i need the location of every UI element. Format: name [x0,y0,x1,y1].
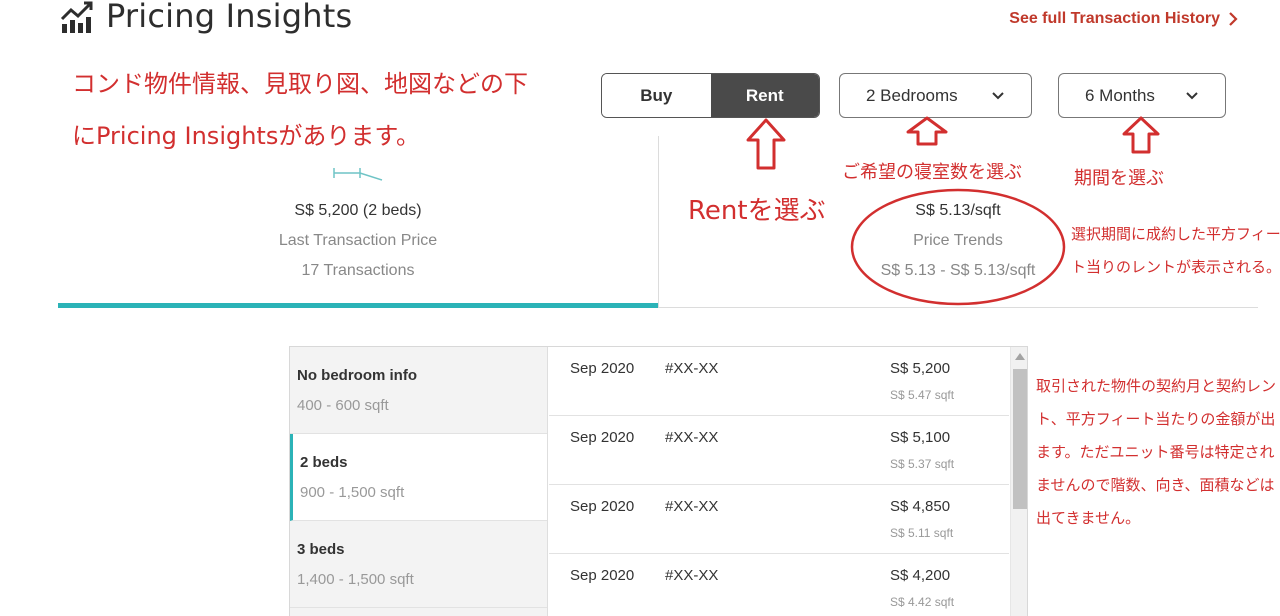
period-select[interactable]: 6 Months [1058,73,1226,118]
buy-rent-toggle: Buy Rent [601,73,820,118]
up-arrow-icon [746,118,786,170]
transaction-history-link[interactable]: See full Transaction History [1009,10,1238,28]
bed-option-name: 2 beds [300,454,348,471]
highlight-oval [850,188,1066,306]
up-arrow-icon [1122,116,1160,154]
transaction-history-label: See full Transaction History [1009,10,1220,27]
period-select-value: 6 Months [1085,85,1155,105]
transaction-psf: S$ 5.37 sqft [890,457,955,471]
annotation-bedrooms: ご希望の寝室数を選ぶ [842,162,1022,183]
chart-icon [60,1,93,33]
bedrooms-select[interactable]: 2 Bedrooms [839,73,1032,118]
transaction-unit: #XX-XX [665,429,719,446]
scroll-thumb[interactable] [1013,369,1027,509]
annotation-rent: Rentを選ぶ [688,196,826,226]
transaction-unit: #XX-XX [665,498,719,515]
annotation-intro: コンド物件情報、見取り図、地図などの下にPricing Insightsがありま… [72,70,528,150]
annotation-trend: 選択期間に成約した平方フィート当りのレントが表示される。 [1071,225,1280,276]
transaction-date: Sep 2020 [570,429,635,446]
transaction-date: Sep 2020 [570,567,635,584]
chevron-down-icon [1186,91,1198,99]
bed-option-range: 900 - 1,500 sqft [300,484,405,501]
transaction-panel: No bedroom info 400 - 600 sqft 2 beds 90… [289,346,1028,616]
transaction-date: Sep 2020 [570,360,635,377]
transaction-psf: S$ 5.11 sqft [890,526,954,540]
last-transaction-label: Last Transaction Price [278,232,438,249]
transaction-date: Sep 2020 [570,498,635,515]
sparkline-icon [333,168,383,181]
transaction-unit: #XX-XX [665,567,719,584]
last-transaction-price: S$ 5,200 (2 beds) [294,202,422,219]
bedrooms-select-value: 2 Bedrooms [866,85,958,105]
bed-filter-list: No bedroom info 400 - 600 sqft 2 beds 90… [290,347,548,616]
bed-option-range: 400 - 600 sqft [297,397,389,414]
transaction-row: Sep 2020 #XX-XX S$ 4,850 S$ 5.11 sqft [549,485,1009,554]
rent-button[interactable]: Rent [710,74,819,117]
buy-button[interactable]: Buy [602,74,711,117]
transaction-price: S$ 5,200 [890,360,951,377]
last-transaction-summary: S$ 5,200 (2 beds) Last Transaction Price… [58,160,658,286]
page-title: Pricing Insights [106,0,353,35]
transaction-row: Sep 2020 #XX-XX S$ 5,100 S$ 5.37 sqft [549,416,1009,485]
transaction-psf: S$ 5.47 sqft [890,388,955,402]
bed-option-3-beds[interactable]: 3 beds 1,400 - 1,500 sqft [290,521,547,608]
transaction-count: 17 Transactions [301,262,415,279]
transaction-price: S$ 4,850 [890,498,951,515]
page-header: Pricing Insights [58,0,352,38]
summary-baseline [658,307,1258,308]
transaction-list: Sep 2020 #XX-XX S$ 5,200 S$ 5.47 sqft Se… [549,347,1009,616]
summary-divider [658,136,659,308]
scroll-up-icon[interactable] [1015,353,1025,360]
transaction-row: Sep 2020 #XX-XX S$ 5,200 S$ 5.47 sqft [549,347,1009,416]
up-arrow-icon [906,116,948,146]
transaction-scrollbar[interactable] [1010,347,1027,616]
annotation-period: 期間を選ぶ [1074,168,1164,189]
bed-option-range: 1,400 - 1,500 sqft [297,571,414,588]
transaction-price: S$ 4,200 [890,567,951,584]
chevron-down-icon [992,91,1004,99]
bed-option-none[interactable]: No bedroom info 400 - 600 sqft [290,347,547,434]
transaction-row: Sep 2020 #XX-XX S$ 4,200 S$ 4.42 sqft [549,554,1009,616]
bed-option-name: 3 beds [297,541,345,558]
transaction-price: S$ 5,100 [890,429,951,446]
annotation-list: 取引された物件の契約月と契約レント、平方フィート当たりの金額が出ます。ただユニッ… [1036,377,1277,527]
active-tab-indicator [58,303,658,308]
transaction-psf: S$ 4.42 sqft [890,595,955,609]
transaction-unit: #XX-XX [665,360,719,377]
chevron-right-icon [1229,12,1238,26]
bed-option-2-beds[interactable]: 2 beds 900 - 1,500 sqft [290,434,547,521]
bed-option-name: No bedroom info [297,367,417,384]
